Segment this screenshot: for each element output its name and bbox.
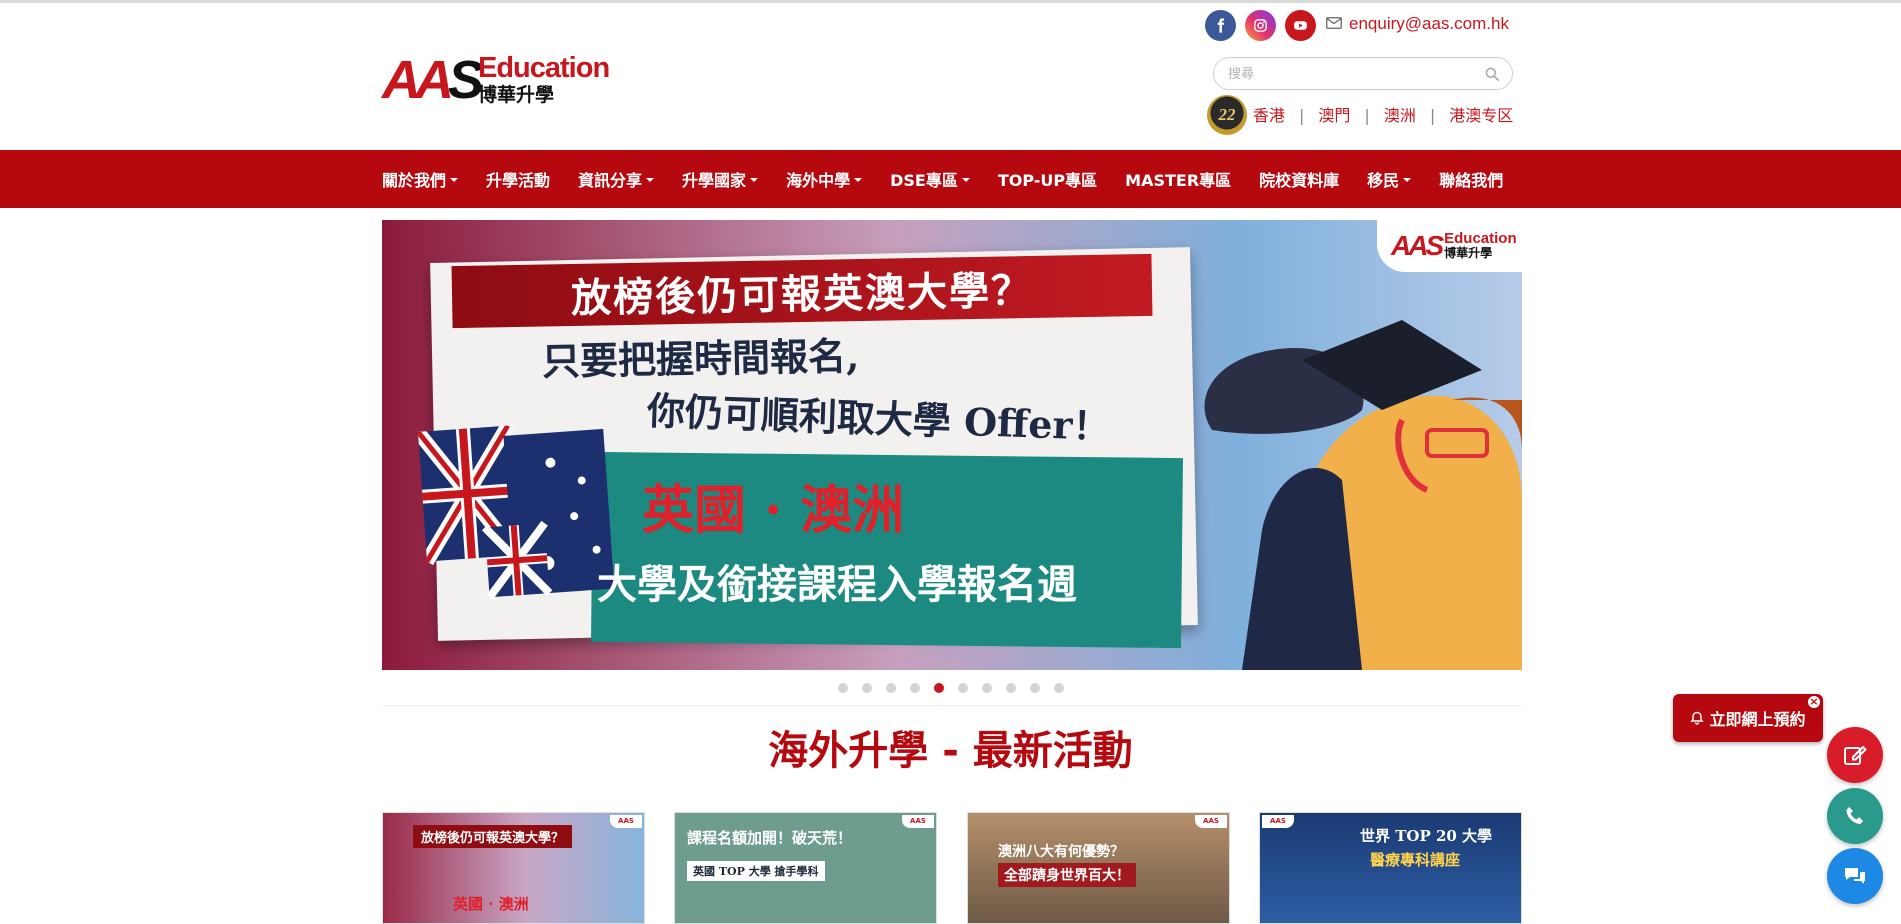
caret-down-icon: [961, 178, 970, 182]
event-card[interactable]: AAS 世界 TOP 20 大學 醫療專科講座: [1259, 812, 1522, 924]
nav-about[interactable]: 關於我們: [382, 150, 459, 208]
chat-button[interactable]: [1827, 848, 1883, 904]
logo-brand: Education: [478, 52, 610, 84]
nav-master[interactable]: MASTER專區: [1125, 150, 1231, 208]
card-logo: AAS: [1195, 815, 1227, 828]
banner-logo: AAS Education 博華升學: [1377, 220, 1522, 272]
region-hong-kong[interactable]: 香港: [1253, 106, 1285, 125]
card-subtitle: 英國 · 澳洲: [453, 895, 529, 913]
hero-banner[interactable]: 放榜後仍可報英澳大學？ 只要把握時間報名, 你仍可順利取大學 Offer！ 英國…: [382, 220, 1522, 670]
card-subtitle: 英國 TOP 大學 搶手學科: [687, 861, 825, 881]
caret-down-icon: [646, 178, 655, 182]
carousel-dot[interactable]: [886, 683, 896, 693]
card-title: 世界 TOP 20 大學: [1360, 827, 1493, 845]
event-card[interactable]: AAS 澳洲八大有何優勢？ 全部躋身世界百大！: [967, 812, 1230, 924]
nav-immigration[interactable]: 移民: [1367, 150, 1412, 208]
carousel-indicators: [838, 683, 1078, 693]
region-separator: |: [1429, 106, 1436, 125]
region-separator: |: [1299, 106, 1305, 125]
banner-logo-mark: AAS: [1391, 230, 1444, 261]
anniversary-badge: 22: [1207, 95, 1247, 135]
caret-down-icon: [1403, 178, 1412, 182]
carousel-dot[interactable]: [1006, 683, 1016, 693]
card-logo: AAS: [902, 815, 934, 828]
instagram-icon[interactable]: [1245, 10, 1276, 41]
card-title: 澳洲八大有何優勢？: [998, 844, 1124, 860]
carousel-dot[interactable]: [1054, 683, 1064, 693]
nav-events[interactable]: 升學活動: [486, 150, 550, 208]
close-icon[interactable]: ×: [1806, 694, 1822, 710]
region-macau[interactable]: 澳門: [1318, 106, 1350, 125]
enquiry-form-button[interactable]: [1827, 727, 1883, 783]
region-australia[interactable]: 澳洲: [1384, 106, 1416, 125]
phone-icon: [1846, 807, 1863, 824]
carousel-dot[interactable]: [910, 683, 920, 693]
region-links: 香港 | 澳門 | 澳洲 | 港澳专区: [1253, 105, 1513, 127]
site-logo[interactable]: AAS Education 博華升學: [382, 50, 610, 110]
top-border: [0, 0, 1901, 3]
nav-overseas-secondary[interactable]: 海外中學: [786, 150, 863, 208]
card-logo: AAS: [610, 815, 642, 828]
banner-logo-text: Education 博華升學: [1444, 230, 1517, 260]
book-online-button[interactable]: 立即網上預約: [1673, 694, 1823, 742]
card-title: 課程名額加開！破天荒！: [687, 829, 853, 847]
carousel-dot[interactable]: [838, 683, 848, 693]
nav-dse[interactable]: DSE專區: [890, 150, 970, 208]
card-subtitle: 醫療專科講座: [1370, 851, 1461, 869]
uk-australia-flags: [417, 421, 615, 600]
nav-countries[interactable]: 升學國家: [682, 150, 759, 208]
search-box[interactable]: [1213, 57, 1513, 90]
card-title: 放榜後仍可報英澳大學？: [413, 825, 573, 848]
section-title: 海外升學 - 最新活動: [768, 728, 1133, 774]
search-input[interactable]: [1228, 64, 1478, 84]
carousel-dot[interactable]: [982, 683, 992, 693]
banner-bottom-line: 大學及銜接課程入學報名週: [597, 561, 1077, 608]
email-link[interactable]: enquiry@aas.com.hk: [1349, 13, 1509, 35]
card-subtitle: 全部躋身世界百大！: [998, 863, 1136, 887]
logo-mark: AAS: [382, 50, 484, 110]
facebook-icon[interactable]: [1205, 10, 1236, 41]
nav-institutions[interactable]: 院校資料庫: [1259, 150, 1339, 208]
carousel-dot[interactable]: [934, 683, 944, 693]
carousel-dot[interactable]: [862, 683, 872, 693]
mail-icon: [1326, 17, 1342, 29]
caret-down-icon: [854, 178, 863, 182]
card-logo: AAS: [1262, 815, 1294, 828]
banner-line1: 只要把握時間報名,: [541, 333, 860, 384]
banner-countries: 英國 · 澳洲: [642, 480, 905, 541]
main-nav: 關於我們 升學活動 資訊分享 升學國家 海外中學 DSE專區 TOP-UP專區 …: [0, 150, 1901, 208]
edit-icon: [1844, 746, 1867, 765]
section-divider: [382, 705, 1522, 706]
nav-info[interactable]: 資訊分享: [578, 150, 655, 208]
search-icon[interactable]: [1485, 67, 1499, 81]
event-card[interactable]: AAS 放榜後仍可報英澳大學？ 英國 · 澳洲: [382, 812, 645, 924]
caret-down-icon: [750, 178, 759, 182]
nav-contact[interactable]: 聯絡我們: [1439, 150, 1503, 208]
nav-top-up[interactable]: TOP-UP專區: [998, 150, 1097, 208]
event-card[interactable]: AAS 課程名額加開！破天荒！ 英國 TOP 大學 搶手學科: [674, 812, 937, 924]
caret-down-icon: [450, 178, 459, 182]
carousel-dot[interactable]: [958, 683, 968, 693]
region-separator: |: [1364, 106, 1370, 125]
book-online-label: 立即網上預約: [1709, 710, 1806, 729]
carousel-dot[interactable]: [1030, 683, 1040, 693]
bell-icon: [1690, 711, 1705, 725]
logo-chinese: 博華升學: [478, 84, 555, 106]
region-hk-macau-zone[interactable]: 港澳专区: [1449, 106, 1513, 125]
youtube-icon[interactable]: [1285, 10, 1316, 41]
graduate-illustration: [1204, 320, 1522, 670]
banner-headline-strip: 放榜後仍可報英澳大學？: [451, 253, 1153, 329]
call-button[interactable]: [1827, 788, 1883, 844]
chat-icon: [1845, 868, 1865, 884]
